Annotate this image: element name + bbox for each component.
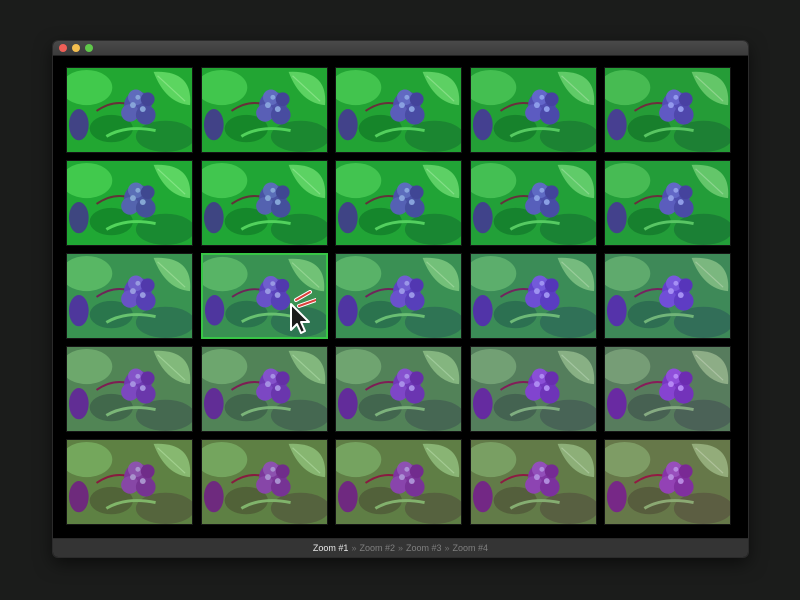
zoom-window-button[interactable]	[85, 44, 93, 52]
thumbnail-tile-r2-c3[interactable]	[335, 160, 462, 246]
thumbnail-tile-r4-c2[interactable]	[201, 346, 328, 432]
thumbnail-tile-r1-c3[interactable]	[335, 67, 462, 153]
breadcrumb-zoom-2[interactable]: Zoom #2	[359, 543, 395, 553]
breadcrumb-separator: »	[351, 543, 357, 553]
thumbnail-tile-r3-c2[interactable]	[201, 253, 328, 339]
thumbnail-tile-r5-c3[interactable]	[335, 439, 462, 525]
thumbnail-tile-r5-c2[interactable]	[201, 439, 328, 525]
breadcrumb-separator: »	[397, 543, 403, 553]
thumbnail-tile-r1-c1[interactable]	[66, 67, 193, 153]
thumbnail-tile-r4-c5[interactable]	[604, 346, 731, 432]
thumbnail-tile-r2-c2[interactable]	[201, 160, 328, 246]
status-bar: Zoom #1» Zoom #2» Zoom #3» Zoom #4	[53, 538, 748, 557]
thumbnail-tile-r2-c1[interactable]	[66, 160, 193, 246]
minimize-window-button[interactable]	[72, 44, 80, 52]
thumbnail-tile-r4-c3[interactable]	[335, 346, 462, 432]
breadcrumb-zoom-1[interactable]: Zoom #1	[313, 543, 349, 553]
thumbnail-tile-r1-c4[interactable]	[470, 67, 597, 153]
thumbnail-tile-r1-c5[interactable]	[604, 67, 731, 153]
breadcrumb-separator: »	[444, 543, 450, 553]
thumbnail-grid	[53, 56, 748, 539]
thumbnail-tile-r5-c4[interactable]	[470, 439, 597, 525]
thumbnail-tile-r5-c5[interactable]	[604, 439, 731, 525]
thumbnail-tile-r3-c5[interactable]	[604, 253, 731, 339]
thumbnail-tile-r2-c4[interactable]	[470, 160, 597, 246]
thumbnail-tile-r3-c3[interactable]	[335, 253, 462, 339]
close-window-button[interactable]	[59, 44, 67, 52]
thumbnail-tile-r3-c1[interactable]	[66, 253, 193, 339]
breadcrumb-zoom-4[interactable]: Zoom #4	[453, 543, 489, 553]
thumbnail-tile-r1-c2[interactable]	[201, 67, 328, 153]
thumbnail-tile-r4-c4[interactable]	[470, 346, 597, 432]
thumbnail-tile-r4-c1[interactable]	[66, 346, 193, 432]
breadcrumb-zoom-3[interactable]: Zoom #3	[406, 543, 442, 553]
title-bar	[53, 41, 748, 56]
thumbnail-tile-r3-c4[interactable]	[470, 253, 597, 339]
breadcrumb: Zoom #1» Zoom #2» Zoom #3» Zoom #4	[313, 543, 488, 553]
app-window: Zoom #1» Zoom #2» Zoom #3» Zoom #4	[53, 41, 748, 557]
thumbnail-tile-r2-c5[interactable]	[604, 160, 731, 246]
thumbnail-tile-r5-c1[interactable]	[66, 439, 193, 525]
